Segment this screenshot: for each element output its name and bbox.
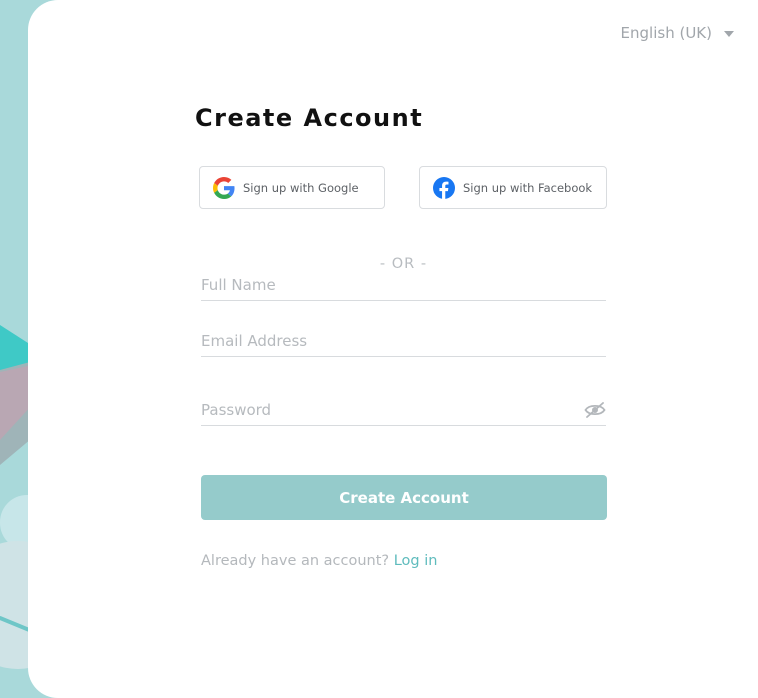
- login-prompt-text: Already have an account?: [201, 553, 390, 569]
- facebook-signup-label: Sign up with Facebook: [463, 180, 593, 195]
- google-signup-button[interactable]: Sign up with Google: [199, 166, 385, 209]
- signup-card: English (UK) Create Account Sign up with…: [28, 0, 758, 698]
- full-name-field-wrapper: [201, 270, 606, 301]
- google-icon: [213, 176, 235, 199]
- email-field-wrapper: [201, 326, 606, 357]
- caret-down-icon: [724, 31, 734, 37]
- language-label: English (UK): [620, 24, 712, 42]
- facebook-icon: [433, 176, 455, 199]
- language-selector[interactable]: English (UK): [621, 22, 734, 44]
- full-name-input[interactable]: [201, 270, 606, 300]
- login-link[interactable]: Log in: [394, 553, 438, 569]
- create-account-button[interactable]: Create Account: [201, 475, 607, 520]
- password-input[interactable]: [201, 395, 571, 425]
- page-title: Create Account: [195, 104, 424, 132]
- facebook-signup-button[interactable]: Sign up with Facebook: [419, 166, 607, 209]
- google-signup-label: Sign up with Google: [243, 180, 359, 195]
- login-prompt: Already have an account? Log in: [201, 553, 437, 569]
- email-input[interactable]: [201, 326, 606, 356]
- password-field-wrapper: [201, 395, 606, 426]
- eye-slash-icon[interactable]: [584, 402, 606, 418]
